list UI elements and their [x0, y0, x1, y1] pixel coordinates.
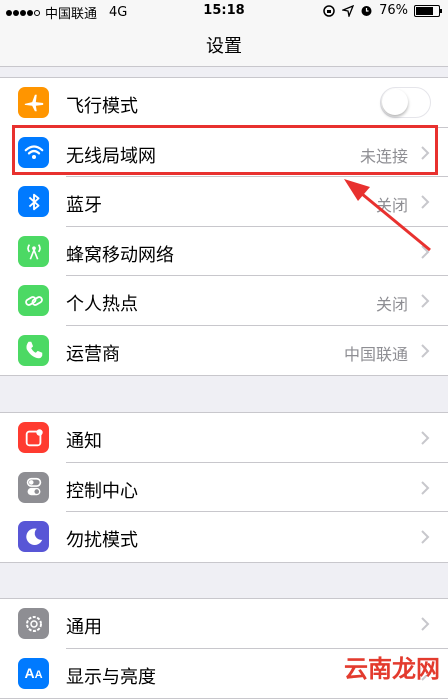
chevron-right-icon — [421, 480, 430, 495]
chevron-right-icon — [421, 343, 430, 358]
toggle-knob — [382, 89, 408, 115]
navigation-bar: 设置 — [0, 22, 448, 67]
alarm-clock-icon — [361, 6, 372, 16]
moon-icon — [18, 521, 49, 552]
airplane-icon — [18, 87, 49, 118]
annotation-arrow-icon — [344, 179, 431, 252]
page-title: 设置 — [206, 36, 242, 57]
orientation-lock-icon — [323, 4, 335, 17]
chevron-right-icon — [421, 617, 430, 631]
settings-row-notifications[interactable]: 通知 — [0, 413, 448, 463]
settings-row-general[interactable]: 通用 — [0, 599, 448, 649]
settings-row-carrier[interactable]: 运营商 中国联通 — [0, 326, 448, 376]
watermark: 云南龙网 — [344, 655, 440, 683]
bluetooth-label: 蓝牙 — [66, 195, 102, 216]
carrier-value: 中国联通 — [343, 344, 408, 364]
airplane-mode-toggle[interactable] — [380, 87, 431, 118]
text-size-icon: AA — [18, 657, 49, 689]
display-brightness-label: 显示与亮度 — [66, 666, 156, 688]
carrier-label: 运营商 — [66, 343, 120, 365]
general-label: 通用 — [66, 617, 102, 638]
status-right: 76% — [322, 3, 442, 18]
cellular-label: 蜂窝移动网络 — [66, 244, 174, 266]
hotspot-label: 个人热点 — [66, 294, 138, 315]
settings-row-do-not-disturb[interactable]: 勿扰模式 — [0, 512, 448, 562]
location-arrow-icon — [342, 4, 355, 17]
battery-icon — [414, 4, 442, 17]
do-not-disturb-label: 勿扰模式 — [66, 530, 138, 551]
settings-group-notifications: 通知 控制中心 勿扰模式 — [0, 412, 448, 563]
control-center-label: 控制中心 — [66, 480, 138, 502]
status-bar: 中国联通 4G 15:18 76% — [0, 0, 448, 22]
settings-row-personal-hotspot[interactable]: 个人热点 关闭 — [0, 276, 448, 326]
settings-row-control-center[interactable]: 控制中心 — [0, 463, 448, 512]
notifications-label: 通知 — [66, 431, 102, 452]
phone-icon — [18, 334, 49, 366]
control-center-icon — [18, 471, 49, 503]
gear-icon — [18, 608, 49, 639]
bluetooth-icon — [18, 186, 49, 217]
notification-icon — [18, 422, 49, 453]
cellular-antenna-icon — [18, 235, 49, 267]
chevron-right-icon — [421, 294, 430, 308]
chevron-right-icon — [421, 431, 430, 445]
battery-percent: 76% — [379, 3, 408, 18]
hotspot-status-value: 关闭 — [375, 295, 408, 314]
settings-row-airplane-mode: 飞行模式 — [0, 78, 448, 128]
hotspot-link-icon — [18, 285, 49, 316]
airplane-mode-label: 飞行模式 — [66, 96, 138, 117]
wifi-highlight-box — [12, 125, 438, 175]
chevron-right-icon — [421, 530, 430, 544]
